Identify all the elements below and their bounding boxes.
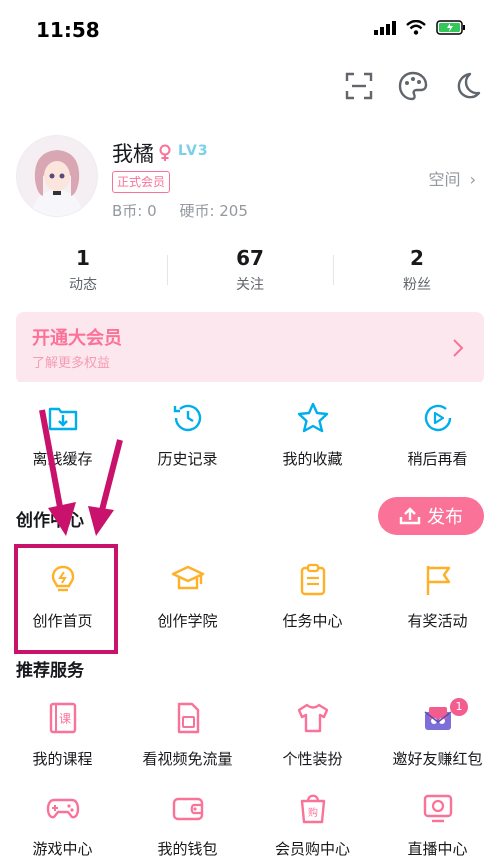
menu-label: 邀好友赚红包 [392,750,483,768]
menu-label: 看视频免流量 [142,750,233,768]
chevron-right-icon [453,339,464,357]
live-center-button[interactable]: 直播中心 [375,790,500,859]
history-icon [173,404,201,432]
academy-icon [171,565,204,590]
free-data-button[interactable]: 看视频免流量 [125,700,250,769]
annotation-arrows [39,409,123,536]
task-center-button[interactable]: 任务中心 [250,562,375,631]
menu-label: 我的收藏 [282,450,343,468]
night-mode-icon[interactable] [450,70,482,102]
stat-value: 1 [76,246,90,270]
course-icon: 课 [49,702,76,734]
reward-activity-button[interactable]: 有奖活动 [375,562,500,631]
watch-later-button[interactable]: 稍后再看 [375,400,500,469]
battery-icon [436,20,465,35]
invite-friends-button[interactable]: 邀好友赚红包 [375,700,500,769]
user-name: 我橘 [112,142,154,166]
b-coin: B币: 0 [112,202,157,220]
star-icon [297,402,328,433]
flag-icon [426,566,450,595]
vip-subtitle: 了解更多权益 [32,356,111,371]
stat-label: 动态 [69,277,97,293]
stat-fans[interactable]: 2 粉丝 [357,246,477,294]
stat-dynamics[interactable]: 1 动态 [23,246,143,294]
notification-badge: 1 [450,698,468,716]
coin-info: B币: 0 硬币: 205 [112,200,248,221]
vip-title: 开通大会员 [32,328,122,349]
divider [333,255,334,285]
watch-later-icon [424,404,451,432]
wallet-icon [172,797,203,821]
scan-icon[interactable] [343,70,375,102]
upload-icon [399,507,421,525]
palette-icon[interactable] [397,70,429,102]
menu-label: 直播中心 [407,840,468,858]
stat-value: 2 [410,246,424,270]
status-time: 11:58 [36,18,100,42]
member-shop-button[interactable]: 购 会员购中心 [250,790,375,859]
menu-label: 游戏中心 [32,840,93,858]
personal-dressup-button[interactable]: 个性装扮 [250,700,375,769]
live-icon [423,794,452,823]
space-label: 空间 [428,170,461,189]
highlight-box [14,544,118,654]
creation-academy-button[interactable]: 创作学院 [125,562,250,631]
chevron-right-icon: › [469,170,476,189]
status-icons [374,20,466,35]
menu-label: 个性装扮 [282,750,343,768]
menu-label: 有奖活动 [407,612,468,630]
member-badge: 正式会员 [112,171,171,193]
publish-button[interactable]: 发布 [378,497,484,535]
svg-text:课: 课 [58,712,70,726]
game-center-button[interactable]: 游戏中心 [0,790,125,859]
sim-icon [177,702,199,734]
gamepad-icon [46,798,79,819]
menu-label: 我的钱包 [157,840,218,858]
menu-label: 会员购中心 [274,840,350,858]
publish-label: 发布 [427,507,463,528]
vip-banner[interactable]: 开通大会员 了解更多权益 [16,312,484,384]
signal-icon [374,20,396,35]
my-wallet-button[interactable]: 我的钱包 [125,790,250,859]
favorites-button[interactable]: 我的收藏 [250,400,375,469]
my-course-button[interactable]: 课 我的课程 [0,700,125,769]
stat-following[interactable]: 67 关注 [190,246,310,294]
stat-label: 粉丝 [403,277,431,293]
menu-label: 创作学院 [157,612,218,630]
level-badge: LV3 [178,143,209,159]
svg-text:购: 购 [308,806,318,819]
stat-value: 67 [236,246,264,270]
services-title: 推荐服务 [16,661,84,681]
status-bar: 11:58 [0,0,500,60]
divider [167,255,168,285]
wifi-icon [406,20,426,35]
shop-bag-icon: 购 [300,794,325,824]
stat-label: 关注 [236,277,264,293]
hard-coin: 硬币: 205 [179,202,248,220]
menu-label: 我的课程 [32,750,93,768]
menu-label: 任务中心 [282,612,343,630]
menu-label: 稍后再看 [407,450,468,468]
task-icon [300,563,325,596]
avatar[interactable] [16,135,98,217]
space-link[interactable]: 空间 › [428,166,476,190]
shirt-icon [297,703,328,733]
female-icon [159,144,171,161]
